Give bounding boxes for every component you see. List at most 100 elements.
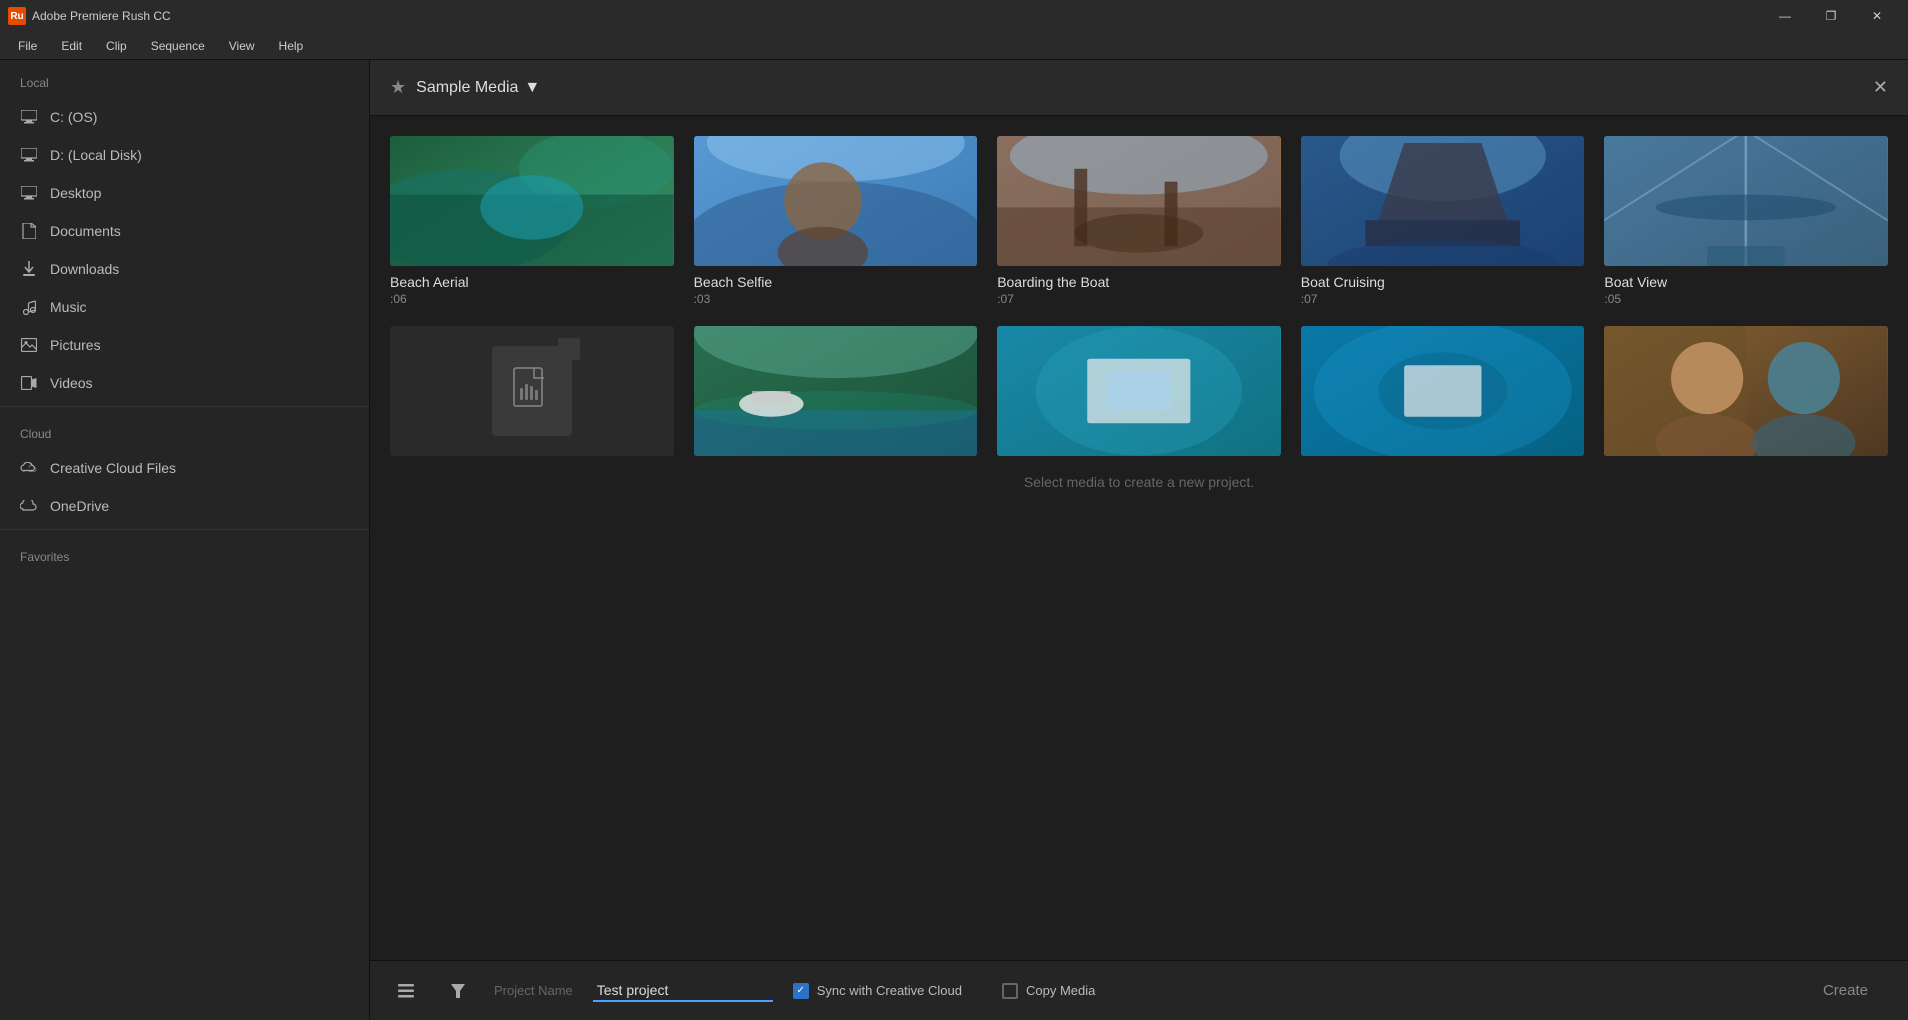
media-card-beach-aerial[interactable]: Beach Aerial :06 (390, 136, 674, 306)
media-duration-beach-aerial: :06 (390, 292, 674, 306)
sync-checkbox-group: ✓ Sync with Creative Cloud (793, 983, 962, 999)
sidebar-item-onedrive[interactable]: OneDrive (0, 487, 369, 525)
media-card-audio[interactable] (390, 326, 674, 464)
cloud-section-label: Cloud (0, 411, 369, 449)
media-card-boat3[interactable] (1301, 326, 1585, 464)
favorites-section-label: Favorites (0, 534, 369, 572)
media-duration-beach-selfie: :03 (694, 292, 978, 306)
sidebar-item-videos[interactable]: Videos (0, 364, 369, 402)
music-label: Music (50, 299, 87, 315)
media-title-dropdown[interactable]: Sample Media ▼ (416, 79, 540, 97)
chevron-down-icon: ▼ (524, 79, 540, 97)
sidebar-item-desktop[interactable]: Desktop (0, 174, 369, 212)
minimize-button[interactable]: — (1762, 0, 1808, 32)
bottom-bar: Project Name ✓ Sync with Creative Cloud … (370, 960, 1908, 1020)
media-header-left: ★ Sample Media ▼ (390, 77, 540, 98)
creative-cloud-icon (20, 459, 38, 477)
music-icon (20, 298, 38, 316)
titlebar: Ru Adobe Premiere Rush CC — ❐ ✕ (0, 0, 1908, 32)
media-card-beach-selfie[interactable]: Beach Selfie :03 (694, 136, 978, 306)
app-title: Adobe Premiere Rush CC (32, 9, 171, 23)
media-duration-boat-cruising: :07 (1301, 292, 1585, 306)
create-button[interactable]: Create (1803, 974, 1888, 1007)
favorite-star-icon[interactable]: ★ (390, 77, 406, 98)
media-thumbnail-boat-scenery (694, 326, 978, 456)
media-name-boat-view: Boat View (1604, 274, 1888, 290)
filter-button[interactable] (442, 975, 474, 1007)
monitor-icon (20, 108, 38, 126)
creative-cloud-label: Creative Cloud Files (50, 460, 176, 476)
menubar-item-file[interactable]: File (8, 35, 47, 57)
app-logo: Ru (8, 7, 26, 25)
sidebar-item-d-drive[interactable]: D: (Local Disk) (0, 136, 369, 174)
media-thumbnail-audio (390, 326, 674, 456)
media-card-boat-view[interactable]: Boat View :05 (1604, 136, 1888, 306)
media-card-aerial2[interactable] (997, 326, 1281, 464)
copy-media-checkbox-group: Copy Media (1002, 983, 1095, 999)
media-grid: Beach Aerial :06 (390, 136, 1888, 464)
sidebar-item-music[interactable]: Music (0, 288, 369, 326)
sidebar-item-c-drive[interactable]: C: (OS) (0, 98, 369, 136)
media-thumbnail-boat3 (1301, 326, 1585, 456)
sidebar-item-downloads[interactable]: Downloads (0, 250, 369, 288)
sidebar: Local C: (OS) D: (Local Disk) Desktop Do… (0, 60, 370, 1020)
media-duration-boat-view: :05 (1604, 292, 1888, 306)
sidebar-item-documents[interactable]: Documents (0, 212, 369, 250)
sync-label: Sync with Creative Cloud (817, 983, 962, 998)
maximize-button[interactable]: ❐ (1808, 0, 1854, 32)
download-icon (20, 260, 38, 278)
media-name-beach-selfie: Beach Selfie (694, 274, 978, 290)
media-browser-title: Sample Media (416, 79, 518, 97)
menubar-item-help[interactable]: Help (269, 35, 314, 57)
media-browser-header: ★ Sample Media ▼ ✕ (370, 60, 1908, 116)
pictures-icon (20, 336, 38, 354)
videos-icon (20, 374, 38, 392)
media-thumbnail-beach-selfie (694, 136, 978, 266)
onedrive-label: OneDrive (50, 498, 109, 514)
favorites-divider (0, 529, 369, 530)
c-drive-label: C: (OS) (50, 109, 97, 125)
videos-label: Videos (50, 375, 93, 391)
media-thumbnail-selfie2 (1604, 326, 1888, 456)
media-thumbnail-beach-aerial (390, 136, 674, 266)
select-media-hint: Select media to create a new project. (390, 474, 1888, 490)
media-thumbnail-aerial2 (997, 326, 1281, 456)
media-card-selfie2[interactable] (1604, 326, 1888, 464)
monitor-icon-d (20, 146, 38, 164)
titlebar-left: Ru Adobe Premiere Rush CC (8, 7, 171, 25)
menubar-item-clip[interactable]: Clip (96, 35, 137, 57)
audio-placeholder (390, 326, 674, 456)
window-controls: — ❐ ✕ (1762, 0, 1900, 32)
sidebar-item-pictures[interactable]: Pictures (0, 326, 369, 364)
media-thumbnail-boat-view (1604, 136, 1888, 266)
media-name-boarding-boat: Boarding the Boat (997, 274, 1281, 290)
media-grid-container: Beach Aerial :06 (370, 116, 1908, 960)
media-name-boat-cruising: Boat Cruising (1301, 274, 1585, 290)
menubar-item-edit[interactable]: Edit (51, 35, 92, 57)
menubar-item-sequence[interactable]: Sequence (141, 35, 215, 57)
media-card-boat-cruising[interactable]: Boat Cruising :07 (1301, 136, 1585, 306)
copy-media-checkbox[interactable] (1002, 983, 1018, 999)
content-area: ★ Sample Media ▼ ✕ (370, 60, 1908, 1020)
cloud-divider (0, 406, 369, 407)
sync-checkbox[interactable]: ✓ (793, 983, 809, 999)
media-duration-boarding-boat: :07 (997, 292, 1281, 306)
close-button[interactable]: ✕ (1854, 0, 1900, 32)
project-name-input[interactable] (593, 980, 773, 1002)
pictures-label: Pictures (50, 337, 101, 353)
close-media-button[interactable]: ✕ (1873, 77, 1888, 98)
media-card-boat-scenery[interactable] (694, 326, 978, 464)
onedrive-icon (20, 497, 38, 515)
sidebar-item-creative-cloud[interactable]: Creative Cloud Files (0, 449, 369, 487)
media-name-beach-aerial: Beach Aerial (390, 274, 674, 290)
menubar-item-view[interactable]: View (219, 35, 265, 57)
menubar: FileEditClipSequenceViewHelp (0, 32, 1908, 60)
project-name-label: Project Name (494, 983, 573, 998)
media-card-boarding-boat[interactable]: Boarding the Boat :07 (997, 136, 1281, 306)
copy-media-label: Copy Media (1026, 983, 1095, 998)
main-layout: Local C: (OS) D: (Local Disk) Desktop Do… (0, 60, 1908, 1020)
hamburger-menu-button[interactable] (390, 975, 422, 1007)
downloads-label: Downloads (50, 261, 119, 277)
documents-label: Documents (50, 223, 121, 239)
media-thumbnail-boat-cruising (1301, 136, 1585, 266)
